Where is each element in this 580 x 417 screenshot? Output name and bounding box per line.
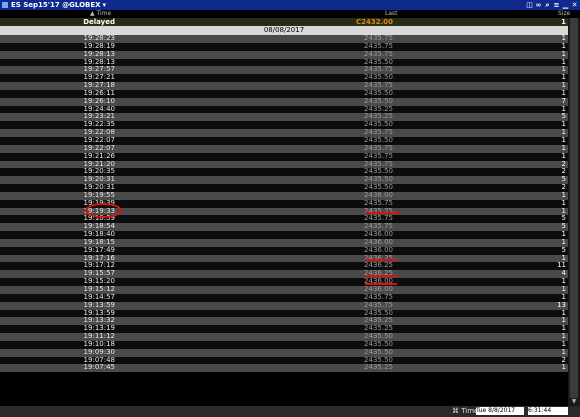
title-dropdown-icon[interactable]: ▾	[103, 1, 107, 9]
time-picker[interactable]: 6:31:44	[528, 407, 568, 415]
window-titlebar[interactable]: ES Sep15'17 @GLOBEX ▾ ◫ ∞ ⌕ ≡ ▁ ✕	[0, 0, 580, 10]
search-icon[interactable]: ⌕	[544, 1, 551, 9]
footer-bar: ⌘ Time: Tue 8/8/2017 6:31:44	[0, 406, 580, 417]
trade-list[interactable]: 19:28:23 2435.75 1 19:28:19 2435.75 1 19:28:13…	[0, 34, 568, 373]
vertical-scrollbar[interactable]: ▼	[568, 18, 580, 406]
time-column-header[interactable]: ▲ Time	[90, 10, 111, 17]
lock-icon[interactable]: ◫	[526, 1, 533, 9]
column-header: ▲ Time Last Size	[0, 10, 580, 18]
minimize-icon[interactable]: ▁	[562, 1, 569, 9]
last-column-header[interactable]: Last	[385, 10, 398, 17]
link-icon[interactable]: ∞	[535, 1, 542, 9]
size-column-header[interactable]: Size	[558, 10, 570, 17]
delayed-label: Delayed	[83, 18, 115, 26]
delayed-row: Delayed C2432.00 1	[0, 18, 568, 26]
scrollbar-thumb[interactable]	[570, 18, 578, 398]
window-title: ES Sep15'17 @GLOBEX	[11, 1, 101, 9]
delayed-last: C2432.00	[355, 18, 393, 26]
cell-size: 1	[561, 363, 566, 372]
cell-time: 19:07:45	[83, 363, 115, 372]
cell-last: 2435.25	[364, 363, 393, 372]
app-icon	[2, 2, 8, 8]
scroll-down-icon[interactable]: ▼	[570, 398, 578, 406]
time-header-label: Time	[96, 10, 112, 17]
close-icon[interactable]: ✕	[571, 1, 578, 9]
settings-icon[interactable]: ≡	[553, 1, 560, 9]
delayed-size: 1	[561, 18, 566, 26]
date-picker[interactable]: Tue 8/8/2017	[476, 407, 524, 415]
table-row[interactable]: 19:07:45 2435.25 1	[0, 363, 568, 373]
